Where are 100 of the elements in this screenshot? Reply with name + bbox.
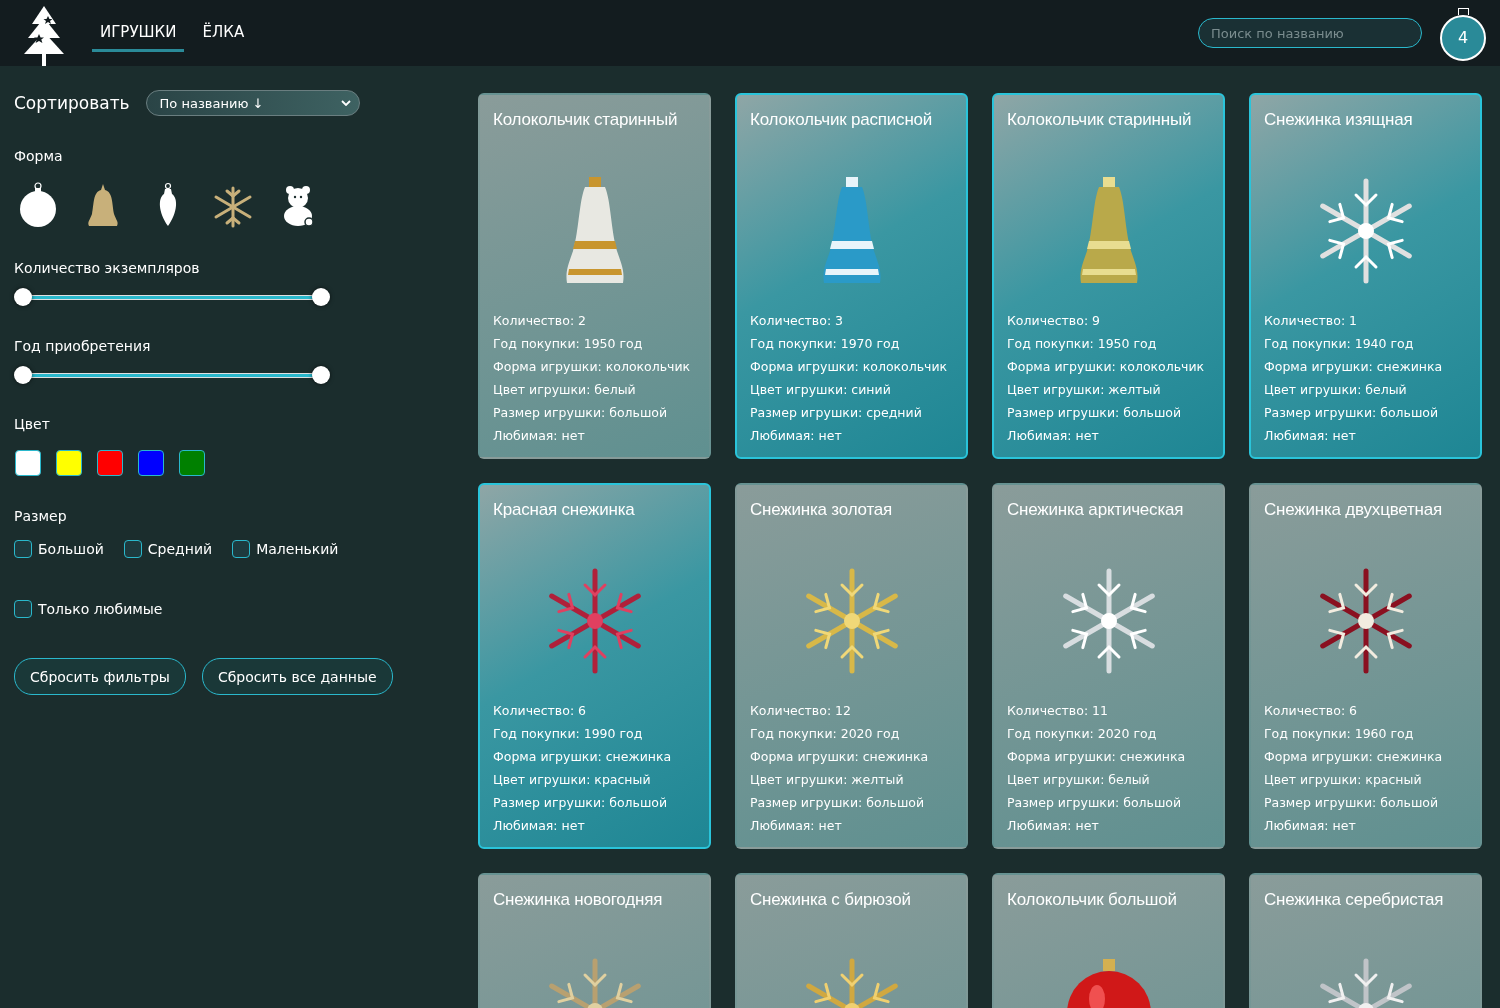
card-title: Снежинка с бирюзой bbox=[750, 889, 912, 911]
card-detail: Цвет игрушки: желтый bbox=[750, 771, 905, 789]
card-detail: Любимая: нет bbox=[493, 427, 586, 445]
nav-tab[interactable]: ИГРУШКИ bbox=[92, 14, 185, 52]
range-slider[interactable] bbox=[14, 288, 330, 306]
card-title: Снежинка двухцветная bbox=[1264, 499, 1444, 521]
card-detail: Год покупки: 1970 год bbox=[750, 335, 901, 353]
slider-thumb[interactable] bbox=[312, 366, 330, 384]
checkbox[interactable] bbox=[14, 600, 32, 618]
card-detail: Размер игрушки: большой bbox=[493, 404, 669, 422]
slider-thumb[interactable] bbox=[312, 288, 330, 306]
card-detail: Цвет игрушки: желтый bbox=[1007, 381, 1162, 399]
card-detail: Размер игрушки: большой bbox=[1264, 794, 1440, 812]
card-title: Колокольчик большой bbox=[1007, 889, 1178, 911]
section-label: Год приобретения bbox=[14, 338, 152, 354]
search-field[interactable]: Поиск по названию bbox=[1198, 18, 1422, 48]
card-detail: Количество: 12 bbox=[750, 702, 852, 720]
tree-logo-icon[interactable] bbox=[22, 4, 66, 66]
card-detail: Любимая: нет bbox=[1264, 817, 1357, 835]
card-detail: Цвет игрушки: красный bbox=[493, 771, 652, 789]
card-detail: Год покупки: 1940 год bbox=[1264, 335, 1415, 353]
card-title: Снежинка серебристая bbox=[1264, 889, 1445, 911]
ball-icon[interactable] bbox=[18, 182, 58, 228]
color-swatch[interactable] bbox=[56, 450, 82, 476]
card-detail: Форма игрушки: снежинка bbox=[750, 748, 930, 766]
card-detail: Год покупки: 2020 год bbox=[750, 725, 901, 743]
toy-card[interactable]: Колокольчик расписной Количество: 3 Год покупки: 1970 год Форма игрушки: колокольчик Цвет игрушки: синий Размер игрушки: средний Любимая: нет bbox=[735, 93, 968, 459]
card-detail: Размер игрушки: большой bbox=[1007, 794, 1183, 812]
checkbox-label[interactable]: Средний bbox=[147, 541, 213, 557]
card-detail: Любимая: нет bbox=[750, 427, 843, 445]
card-detail: Размер игрушки: большой bbox=[750, 794, 926, 812]
card-detail: Цвет игрушки: белый bbox=[1007, 771, 1151, 789]
slider-thumb[interactable] bbox=[14, 288, 32, 306]
card-title: Снежинка золотая bbox=[750, 499, 894, 521]
toy-card[interactable]: Красная снежинка Количество: 6 Год покупки: 1990 год Форма игрушки: снежинка Цвет игрушки: красный Размер игрушки: большой Любимая: нет bbox=[478, 483, 711, 849]
range-slider[interactable] bbox=[14, 366, 330, 384]
card-detail: Количество: 9 bbox=[1007, 312, 1102, 330]
toy-card[interactable]: Снежинка с бирюзой bbox=[735, 873, 968, 1008]
card-detail: Любимая: нет bbox=[1007, 817, 1100, 835]
slider-thumb[interactable] bbox=[14, 366, 32, 384]
checkbox-label[interactable]: Маленький bbox=[256, 541, 339, 557]
chevron-down-icon bbox=[340, 100, 351, 106]
card-title: Снежинка новогодняя bbox=[493, 889, 664, 911]
toy-card[interactable]: Колокольчик старинный Количество: 2 Год покупки: 1950 год Форма игрушки: колокольчик Цвет игрушки: белый Размер игрушки: большой Любимая: нет bbox=[478, 93, 711, 459]
card-title: Колокольчик расписной bbox=[750, 109, 934, 131]
color-swatch[interactable] bbox=[97, 450, 123, 476]
card-detail: Год покупки: 1960 год bbox=[1264, 725, 1415, 743]
card-detail: Цвет игрушки: красный bbox=[1264, 771, 1423, 789]
card-detail: Год покупки: 1990 год bbox=[493, 725, 644, 743]
checkbox[interactable] bbox=[232, 540, 251, 558]
color-swatch[interactable] bbox=[15, 450, 41, 476]
card-detail: Размер игрушки: большой bbox=[493, 794, 669, 812]
card-detail: Год покупки: 1950 год bbox=[1007, 335, 1158, 353]
card-title: Снежинка изящная bbox=[1264, 109, 1414, 131]
card-detail: Год покупки: 1950 год bbox=[493, 335, 644, 353]
color-swatch[interactable] bbox=[179, 450, 205, 476]
card-detail: Цвет игрушки: белый bbox=[493, 381, 637, 399]
section-label: Форма bbox=[14, 148, 64, 164]
toy-card[interactable]: Снежинка двухцветная Количество: 6 Год покупки: 1960 год Форма игрушки: снежинка Цвет игрушки: красный Размер игрушки: большой Любимая: нет bbox=[1249, 483, 1482, 849]
checkbox-label[interactable]: Большой bbox=[38, 541, 104, 557]
toy-card[interactable]: Снежинка арктическая Количество: 11 Год покупки: 2020 год Форма игрушки: снежинка Цвет игрушки: белый Размер игрушки: большой Любимая: нет bbox=[992, 483, 1225, 849]
card-detail: Форма игрушки: снежинка bbox=[1264, 358, 1444, 376]
card-detail: Цвет игрушки: синий bbox=[750, 381, 892, 399]
color-swatch[interactable] bbox=[138, 450, 164, 476]
toy-card[interactable]: Колокольчик большой bbox=[992, 873, 1225, 1008]
card-title: Снежинка арктическая bbox=[1007, 499, 1185, 521]
card-detail: Любимая: нет bbox=[493, 817, 586, 835]
section-label: Размер bbox=[14, 508, 68, 524]
sort-label: Сортировать bbox=[14, 93, 130, 113]
card-detail: Любимая: нет bbox=[1007, 427, 1100, 445]
section-label: Количество экземпляров bbox=[14, 260, 201, 276]
toy-card[interactable]: Снежинка новогодняя bbox=[478, 873, 711, 1008]
card-detail: Форма игрушки: снежинка bbox=[1007, 748, 1187, 766]
card-detail: Форма игрушки: колокольчик bbox=[750, 358, 949, 376]
card-detail: Размер игрушки: большой bbox=[1007, 404, 1183, 422]
card-detail: Форма игрушки: колокольчик bbox=[1007, 358, 1206, 376]
toy-card[interactable]: Снежинка изящная Количество: 1 Год покупки: 1940 год Форма игрушки: снежинка Цвет игрушки: белый Размер игрушки: большой Любимая: нет bbox=[1249, 93, 1482, 459]
card-detail: Количество: 3 bbox=[750, 312, 845, 330]
card-detail: Количество: 2 bbox=[493, 312, 588, 330]
reset-button[interactable]: Сбросить все данные bbox=[201, 658, 393, 695]
card-detail: Количество: 11 bbox=[1007, 702, 1109, 720]
card-detail: Размер игрушки: средний bbox=[750, 404, 923, 422]
checkbox[interactable] bbox=[14, 540, 32, 558]
card-title: Колокольчик старинный bbox=[493, 109, 679, 131]
card-detail: Любимая: нет bbox=[750, 817, 843, 835]
card-title: Красная снежинка bbox=[493, 499, 636, 521]
card-detail: Любимая: нет bbox=[1264, 427, 1357, 445]
nav-tab[interactable]: ЁЛКА bbox=[194, 14, 253, 52]
toy-card[interactable]: Снежинка серебристая bbox=[1249, 873, 1482, 1008]
toy-card[interactable]: Снежинка золотая Количество: 12 Год покупки: 2020 год Форма игрушки: снежинка Цвет игрушки: желтый Размер игрушки: большой Любимая: нет bbox=[735, 483, 968, 849]
checkbox[interactable] bbox=[123, 540, 142, 558]
reset-button[interactable]: Сбросить фильтры bbox=[14, 658, 186, 695]
toy-card[interactable]: Колокольчик старинный Количество: 9 Год покупки: 1950 год Форма игрушки: колокольчик Цвет игрушки: желтый Размер игрушки: большой Любимая: нет bbox=[992, 93, 1225, 459]
card-detail: Форма игрушки: колокольчик bbox=[493, 358, 692, 376]
sort-select[interactable]: По названию ↓ bbox=[145, 90, 360, 116]
card-detail: Размер игрушки: большой bbox=[1264, 404, 1440, 422]
card-detail: Форма игрушки: снежинка bbox=[493, 748, 673, 766]
card-detail: Количество: 6 bbox=[493, 702, 588, 720]
checkbox-label[interactable]: Только любимые bbox=[38, 601, 163, 617]
card-title: Колокольчик старинный bbox=[1007, 109, 1193, 131]
